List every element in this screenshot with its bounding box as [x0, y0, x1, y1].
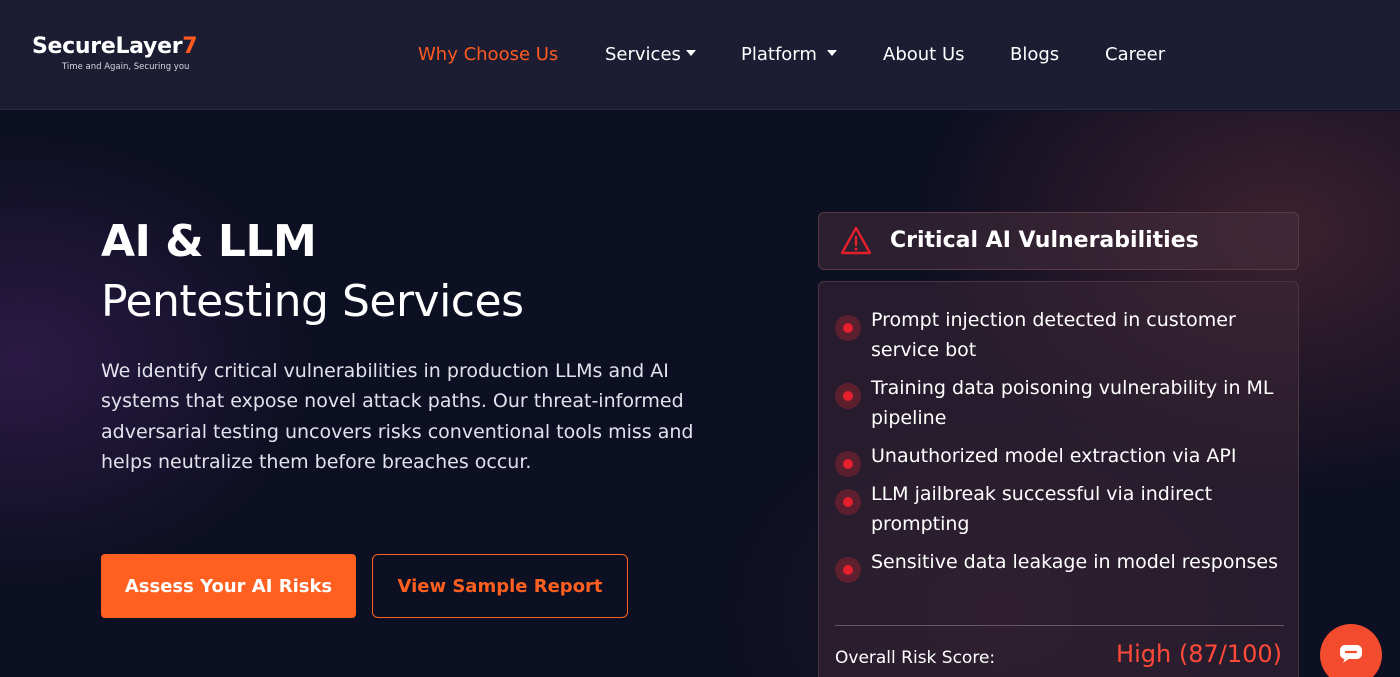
- nav-services[interactable]: Services: [605, 43, 696, 67]
- alert-dot-icon: [835, 557, 861, 583]
- chat-bubble-icon: [1340, 645, 1362, 663]
- view-sample-report-button[interactable]: View Sample Report: [372, 554, 628, 618]
- nav-about-us[interactable]: About Us: [883, 43, 965, 67]
- caret-down-icon: [826, 50, 837, 56]
- alert-dot-icon: [835, 383, 861, 409]
- nav-why-choose-us[interactable]: Why Choose Us: [418, 43, 558, 67]
- nav-career[interactable]: Career: [1105, 43, 1165, 67]
- chat-button[interactable]: [1320, 624, 1382, 677]
- nav-blogs[interactable]: Blogs: [1010, 43, 1059, 67]
- warning-triangle-icon: [840, 226, 872, 255]
- alert-dot-icon: [835, 315, 861, 341]
- risk-score-label: Overall Risk Score:: [835, 648, 996, 668]
- hero-title-bold: AI & LLM: [101, 216, 317, 267]
- vulnerabilities-card: Prompt injection detected in customer se…: [818, 281, 1299, 677]
- hero-description: We identify critical vulnerabilities in …: [101, 360, 694, 473]
- caret-down-icon: [685, 50, 696, 56]
- top-navbar: SecureLayer7 Time and Again, Securing yo…: [0, 0, 1400, 110]
- risk-score-value: High (87/100): [1116, 640, 1282, 668]
- logo-tagline: Time and Again, Securing you: [62, 62, 190, 72]
- alert-dot-icon: [835, 489, 861, 515]
- card-title: Critical AI Vulnerabilities: [890, 228, 1199, 253]
- logo-accent: 7: [182, 34, 198, 59]
- nav-platform[interactable]: Platform: [741, 43, 837, 67]
- logo-name: SecureLayer: [32, 34, 183, 59]
- divider: [835, 625, 1284, 626]
- vulnerabilities-card-header: Critical AI Vulnerabilities: [818, 212, 1299, 270]
- hero-title-light: Pentesting Services: [101, 276, 524, 327]
- assess-ai-risks-button[interactable]: Assess Your AI Risks: [101, 554, 356, 618]
- logo[interactable]: SecureLayer7 Time and Again, Securing yo…: [32, 34, 198, 72]
- alert-dot-icon: [835, 451, 861, 477]
